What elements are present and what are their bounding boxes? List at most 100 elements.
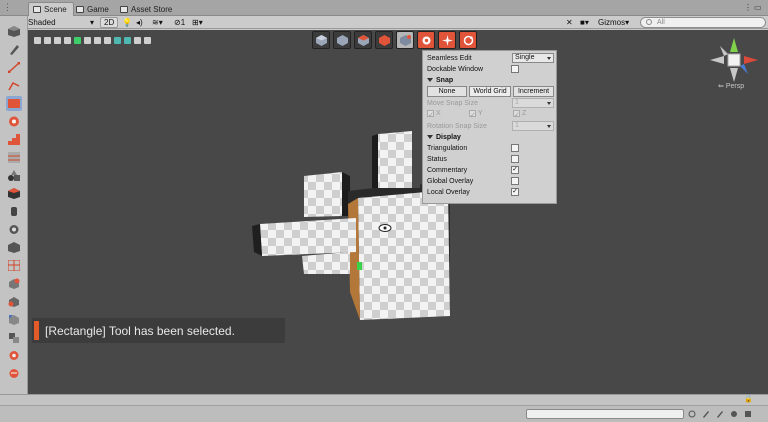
rotation-snap-size-dropdown[interactable]: 1 — [512, 121, 554, 131]
toggle-2d-button[interactable]: 2D — [100, 17, 119, 28]
commentary-checkbox[interactable]: ✓ — [511, 166, 519, 174]
tab-strip: ⋮ Scene Game Asset Store ⋮ ▭ — [0, 0, 768, 16]
toggle-2d-label: 2D — [104, 18, 115, 27]
merge-tool-icon[interactable] — [6, 330, 22, 345]
cube-grid-tool-icon[interactable] — [6, 240, 22, 255]
snap-section-header[interactable]: Snap — [427, 75, 453, 85]
notification-text: [Rectangle] Tool has been selected. — [45, 323, 235, 338]
edit-status-icon[interactable] — [716, 410, 724, 418]
tool-palette — [0, 16, 28, 394]
stairs-tool-icon[interactable] — [6, 132, 22, 147]
perspective-toggle[interactable]: ⇐ Persp — [718, 82, 744, 90]
mesh-tool-icon[interactable] — [6, 258, 22, 273]
shapes-tool-icon[interactable] — [6, 168, 22, 183]
camera-dropdown-icon[interactable]: ■▾ — [580, 17, 589, 28]
dockable-window-checkbox[interactable] — [511, 65, 519, 73]
display-section-header[interactable]: Display — [427, 132, 461, 142]
scale-tool-icon[interactable] — [6, 312, 22, 327]
bag-icon — [120, 5, 128, 13]
draw-mode-dropdown[interactable]: Shaded ▾ — [28, 17, 96, 28]
notification-accent — [34, 321, 39, 340]
box-tool-icon[interactable] — [6, 186, 22, 201]
tab-scene-label: Scene — [44, 5, 67, 14]
unity-editor-window: ⋮ Scene Game Asset Store ⋮ ▭ Shaded ▾ 2D… — [0, 0, 768, 422]
triangulation-label: Triangulation — [427, 144, 468, 152]
hidden-count: 1 — [180, 18, 186, 27]
snap-none-button[interactable]: None — [427, 86, 467, 97]
status-label: Status — [427, 155, 447, 163]
rectangle-tool-icon[interactable] — [6, 96, 22, 111]
seamless-edit-label: Seamless Edit — [427, 54, 472, 62]
corner-lock-icon[interactable]: 🔒 — [744, 395, 753, 403]
status-checkbox[interactable] — [511, 155, 519, 163]
effects-dropdown-icon[interactable]: ≋▾ — [152, 17, 163, 28]
tab-game-label: Game — [87, 4, 109, 14]
global-overlay-checkbox[interactable] — [511, 177, 519, 185]
hidden-objects-toggle[interactable]: ⊘ 1 — [174, 17, 185, 28]
snap-increment-button[interactable]: Increment — [513, 86, 554, 97]
lighting-toggle-icon[interactable]: 💡 — [122, 17, 132, 28]
search-input[interactable]: All — [640, 17, 766, 28]
snap-axis-z[interactable]: ✓ Z — [513, 110, 526, 119]
bottom-status-bar: 🔒 — [0, 394, 768, 422]
snap-axis-x[interactable]: ✓ X — [427, 110, 441, 119]
audio-toggle-icon[interactable]: ◂) — [136, 17, 143, 28]
axis-y-checkbox[interactable]: ✓ — [469, 110, 476, 119]
snap-world-grid-button[interactable]: World Grid — [469, 86, 511, 97]
settings-status-icon[interactable] — [730, 410, 738, 418]
move-snap-size-dropdown[interactable]: 1 — [512, 98, 554, 108]
chevron-down-icon — [427, 78, 433, 82]
circle-tool-icon[interactable] — [6, 114, 22, 129]
line-tool-icon[interactable] — [6, 60, 22, 75]
settings-tool-icon[interactable] — [6, 348, 22, 363]
axis-y-label: Y — [478, 110, 483, 117]
scene-viewport[interactable]: Seamless Edit Single Dockable Window Sna… — [28, 30, 768, 394]
progress-circle-icon[interactable] — [688, 410, 696, 418]
seamless-edit-dropdown[interactable]: Single — [512, 53, 554, 63]
chevron-down-icon — [427, 135, 433, 139]
gear-icon[interactable] — [6, 222, 22, 237]
triangulation-checkbox[interactable] — [511, 144, 519, 152]
pivot-handle[interactable] — [357, 262, 362, 270]
eye-slash-icon: ⊘ — [174, 18, 181, 27]
more-options-icon[interactable]: ⋮ — [744, 3, 752, 12]
console-search-input[interactable] — [526, 409, 684, 419]
cube-tool-icon[interactable] — [6, 24, 22, 39]
tab-asset-store[interactable]: Asset Store — [116, 2, 178, 16]
rotate-object-icon[interactable] — [6, 276, 22, 291]
status-bar-inner — [0, 405, 768, 422]
axis-x-checkbox[interactable]: ✓ — [427, 110, 434, 119]
cylinder-tool-icon[interactable] — [6, 204, 22, 219]
seamless-edit-value: Single — [515, 54, 535, 61]
scene-toolbar: Shaded ▾ 2D 💡 ◂) ≋▾ ⊘ 1 ⊞▾ ✕ ■▾ Gizmos ▾… — [28, 16, 768, 29]
snap-header-text: Snap — [436, 76, 454, 84]
paint-tool-icon[interactable] — [6, 294, 22, 309]
arm-face — [260, 218, 356, 256]
polyline-tool-icon[interactable] — [6, 78, 22, 93]
pen-status-icon[interactable] — [702, 410, 710, 418]
tools-icon[interactable]: ✕ — [566, 17, 573, 28]
orientation-gizmo-icon[interactable] — [706, 36, 762, 84]
axis-z-checkbox[interactable]: ✓ — [513, 110, 520, 119]
pen-tool-icon[interactable] — [6, 42, 22, 57]
gamepad-icon — [76, 5, 84, 13]
grid-toggle-icon[interactable]: ⊞▾ — [192, 17, 203, 28]
display-header-text: Display — [436, 133, 461, 141]
axis-x-label: X — [436, 110, 441, 117]
gizmos-dropdown[interactable]: Gizmos ▾ — [598, 17, 629, 28]
tool-notification: [Rectangle] Tool has been selected. — [32, 318, 285, 343]
maximize-icon[interactable]: ▭ — [754, 3, 762, 12]
chevron-down-icon: ▾ — [89, 18, 94, 27]
move-snap-size-value: 1 — [515, 99, 519, 106]
local-overlay-checkbox[interactable]: ✓ — [511, 188, 519, 196]
chevron-down-icon — [547, 102, 551, 105]
tab-game[interactable]: Game — [72, 2, 115, 16]
console-toggle-icon[interactable] — [744, 410, 752, 418]
extra-tool-icon[interactable] — [6, 366, 22, 381]
tab-asset-store-label: Asset Store — [131, 4, 173, 14]
tab-scene[interactable]: Scene — [28, 2, 74, 16]
snap-axis-y[interactable]: ✓ Y — [469, 110, 483, 119]
drag-handle-icon[interactable]: ⋮ — [3, 3, 12, 12]
grid-plane-tool-icon[interactable] — [6, 150, 22, 165]
gizmos-label: Gizmos — [598, 18, 626, 27]
